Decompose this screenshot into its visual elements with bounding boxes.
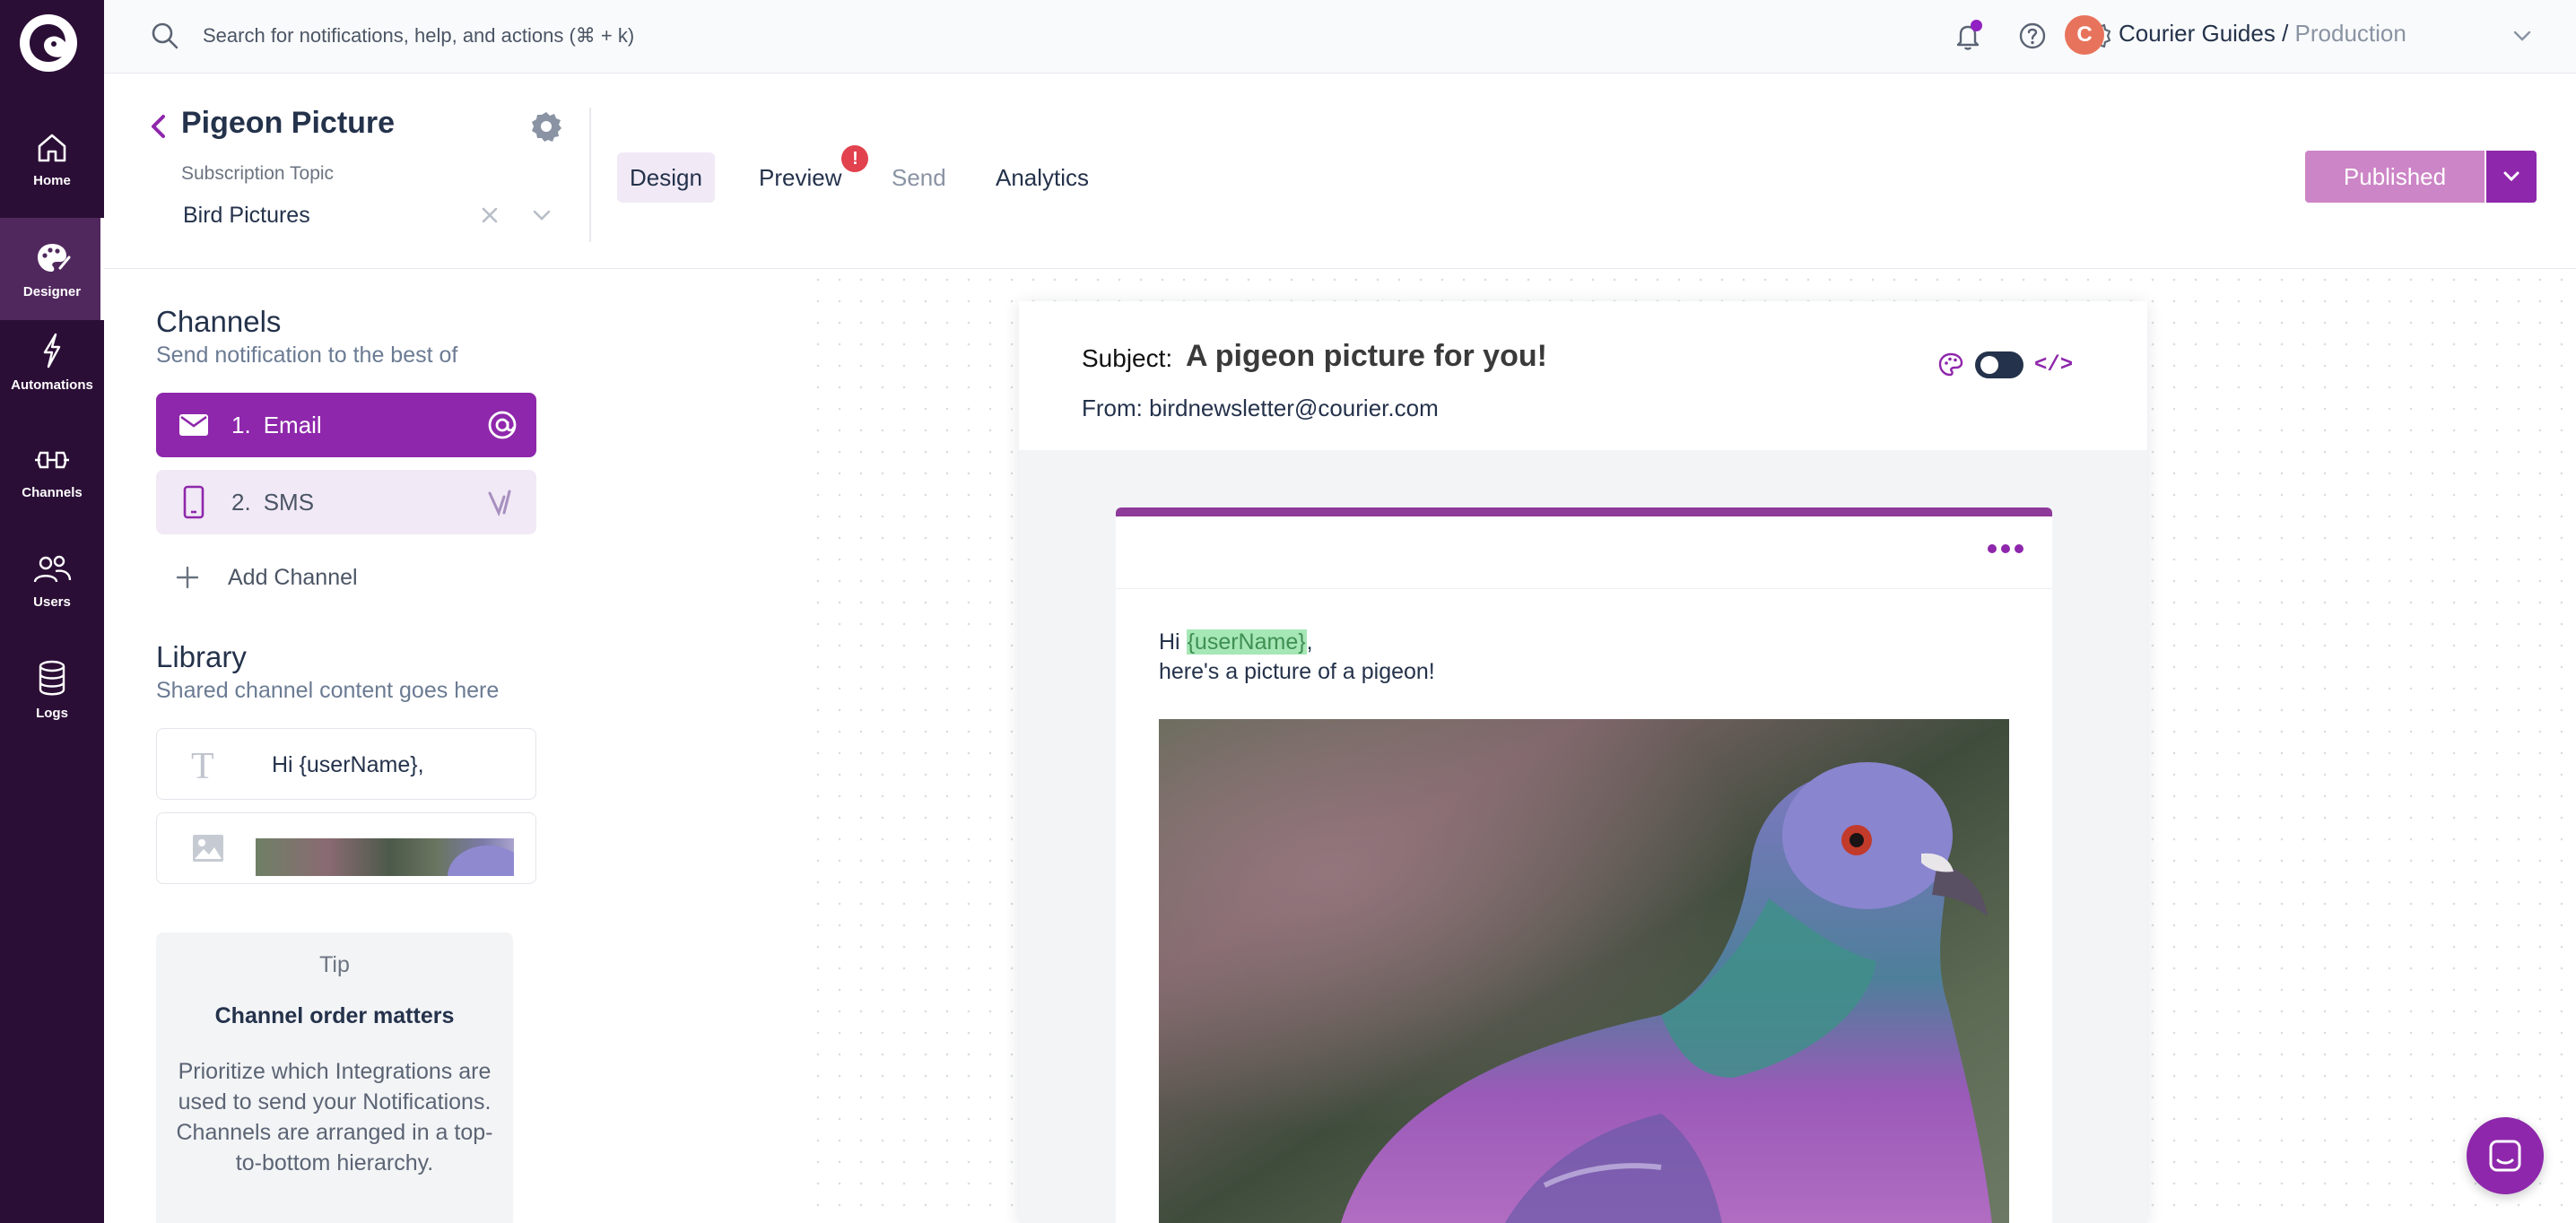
help-icon [2019,22,2046,49]
lightning-icon [43,333,61,368]
tip-body: Prioritize which Integrations are used t… [176,1059,493,1175]
code-view-toggle[interactable] [1975,351,2023,378]
add-channel-label: Add Channel [228,564,358,590]
home-icon [38,134,66,161]
nav-designer-label: Designer [22,283,82,299]
channels-icon [35,451,69,468]
nav-home[interactable]: Home [0,108,104,210]
tip-title: Channel order matters [214,1003,455,1028]
tab-analytics[interactable]: Analytics [983,152,1101,203]
back-arrow-icon[interactable] [145,111,172,142]
tab-preview[interactable]: Preview ! [746,145,869,203]
nav-designer[interactable]: Designer [0,218,104,320]
nav-users-label: Users [33,594,71,610]
org-environment: Production [2294,20,2406,47]
channel-sms[interactable]: 2. SMS [156,470,536,534]
provider-logo-icon [488,490,511,517]
chevron-down-icon [2503,171,2519,182]
nav-automations-label: Automations [11,377,93,393]
library-title: Library [156,640,247,673]
tab-design[interactable]: Design [617,152,715,203]
greeting-text[interactable]: Hi {userName}, here's a picture of a pig… [1159,628,1435,687]
subject-label: Subject: [1082,344,1173,372]
channels-title: Channels [156,305,282,338]
nav-users[interactable]: Users [0,529,104,631]
channel-sms-label: SMS [263,488,315,516]
header-divider [589,108,591,242]
help-button[interactable] [2015,18,2050,54]
email-header: Subject: A pigeon picture for you! From:… [1019,301,2147,450]
chevron-down-icon[interactable] [2510,23,2535,48]
email-preview-card: Subject: A pigeon picture for you! From:… [1019,301,2147,1223]
template-settings-icon[interactable] [529,109,563,143]
org-avatar[interactable]: C [2065,15,2104,55]
chevron-down-icon[interactable] [529,203,554,228]
nav-logs-label: Logs [36,705,68,721]
courier-logo[interactable] [20,14,77,72]
channel-email-index: 1. [231,411,251,438]
palette-icon [38,243,71,272]
template-header: Pigeon Picture Subscription Topic Bird P… [104,74,2576,269]
warning-badge: ! [841,145,869,172]
add-channel-button[interactable]: Add Channel [174,559,358,595]
nav-channels-label: Channels [22,484,83,500]
email-tools: </> [1937,351,2073,378]
brand-palette-icon[interactable] [1937,351,1964,378]
database-icon [39,660,65,695]
text-block-icon: T [191,746,214,787]
support-chat-button[interactable] [2467,1117,2544,1194]
users-icon [33,555,72,582]
org-name: Courier Guides / [2119,20,2289,47]
search-icon [152,22,178,49]
greeting-suffix: , [1306,629,1313,655]
greeting-prefix: Hi [1159,629,1187,655]
username-variable[interactable]: {userName} [1186,629,1307,655]
publish-options-button[interactable] [2486,151,2537,203]
pigeon-thumbnail [256,838,514,876]
subscription-topic-select[interactable]: Bird Pictures [183,203,310,229]
left-nav: Home Designer Automations Channels Users… [0,0,104,1223]
mail-icon [176,407,212,443]
search-input[interactable] [203,20,831,52]
library-text-value: Hi {userName}, [272,752,424,777]
more-options-icon[interactable] [1986,540,2025,558]
email-content-block[interactable]: Hi {userName}, here's a picture of a pig… [1116,507,2052,1223]
nav-home-label: Home [33,172,71,188]
channel-email[interactable]: 1. Email [156,393,536,457]
image-icon [193,835,223,862]
from-address: From: birdnewsletter@courier.com [1082,395,1439,421]
library-subtitle: Shared channel content goes here [156,678,500,703]
tab-send[interactable]: Send [879,152,959,203]
library-text-block[interactable]: T Hi {userName}, [156,728,536,800]
notifications-button[interactable] [1950,18,1986,54]
nav-channels[interactable]: Channels [0,420,104,522]
at-sign-icon [488,411,517,439]
channel-email-label: Email [263,411,322,438]
phone-icon [176,484,212,520]
tip-heading: Tip [319,952,350,977]
tab-preview-label: Preview [759,163,842,191]
chat-icon [2489,1140,2521,1172]
code-icon[interactable]: </> [2034,353,2073,377]
template-title[interactable]: Pigeon Picture [181,106,395,141]
tip-panel: Tip Channel order matters Prioritize whi… [156,932,513,1223]
content-divider [1116,588,2052,589]
channels-subtitle: Send notification to the best of [156,343,458,368]
publish-button[interactable]: Published [2305,151,2485,203]
nav-automations[interactable]: Automations [0,310,104,412]
nav-logs[interactable]: Logs [0,638,104,741]
subject-input[interactable]: A pigeon picture for you! [1186,339,1547,374]
pigeon-image[interactable] [1159,719,2009,1223]
plus-icon [176,566,199,589]
subscription-topic-label: Subscription Topic [181,163,335,184]
org-switcher[interactable]: Courier Guides / Production [2119,20,2406,48]
clear-icon[interactable] [477,203,502,228]
notification-dot [1971,20,1982,31]
greeting-line-2: here's a picture of a pigeon! [1159,659,1435,684]
channel-sms-index: 2. [231,488,251,516]
library-image-block[interactable] [156,812,536,884]
courier-bird-icon [30,24,65,62]
